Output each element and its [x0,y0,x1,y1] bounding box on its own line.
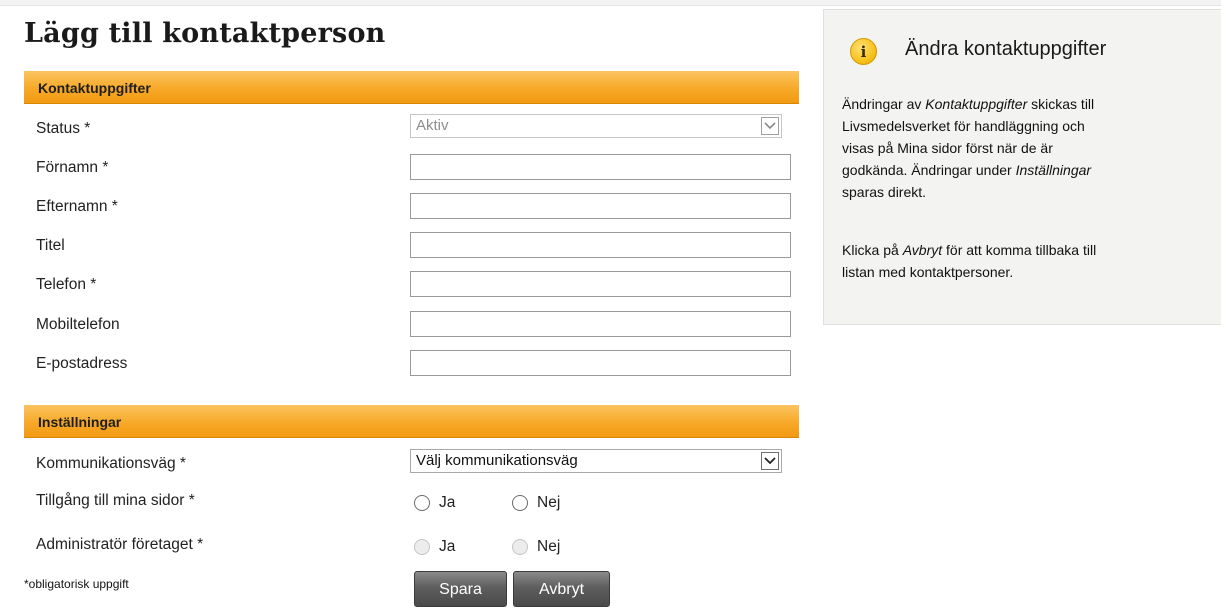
access-label: Tillgång till mina sidor * [36,492,195,509]
admin-no-label: Nej [537,538,561,555]
info-text-emphasis: Kontaktuppgifter [925,96,1028,112]
status-select-value: Aktiv [416,117,449,134]
required-note: *obligatorisk uppgift [24,577,129,591]
page-title: Lägg till kontaktperson [24,18,386,49]
lastname-label: Efternamn * [36,198,118,215]
info-text: Livsmedelsverket för handläggning och [842,118,1085,134]
access-radio-yes[interactable]: Ja [414,494,455,512]
info-text: godkända. Ändringar under [842,162,1016,178]
access-yes-label: Ja [439,494,456,511]
info-text: Ändringar av [842,96,926,112]
info-panel: i Ändra kontaktuppgifter Ändringar av Ko… [823,9,1221,325]
firstname-input[interactable] [410,154,791,180]
phone-input[interactable] [410,271,791,297]
info-title: Ändra kontaktuppgifter [905,38,1107,60]
communication-select-value: Välj kommunikationsväg [416,452,578,469]
status-select: Aktiv [410,114,782,138]
email-label: E-postadress [36,355,128,372]
admin-radio-yes: Ja [414,538,455,556]
admin-yes-radio [414,539,430,555]
info-paragraph-changes: Ändringar av Kontaktuppgifter skickas ti… [842,93,1212,203]
chevron-down-icon [761,117,779,135]
access-no-label: Nej [537,494,561,511]
info-text-emphasis: Inställningar [1015,162,1092,178]
email-input[interactable] [410,350,791,376]
section-header-contact: Kontaktuppgifter [24,71,799,104]
cancel-button[interactable]: Avbryt [513,571,610,607]
info-text: visas på Mina sidor först när de är [842,140,1053,156]
info-text: för att komma tillbaka till [942,242,1097,258]
access-no-radio[interactable] [512,495,528,511]
phone-label: Telefon * [36,276,97,293]
info-text: skickas till [1027,96,1095,112]
lastname-input[interactable] [410,193,791,219]
access-yes-radio[interactable] [414,495,430,511]
title-input[interactable] [410,232,791,258]
info-paragraph-cancel: Klicka på Avbryt för att komma tillbaka … [842,239,1212,283]
info-text: listan med kontaktpersoner. [842,264,1014,280]
chevron-down-icon[interactable] [761,452,779,470]
info-text: Klicka på [842,242,903,258]
info-icon: i [850,38,877,65]
section-header-settings: Inställningar [24,405,799,438]
status-label: Status * [36,120,91,137]
admin-radio-no: Nej [512,538,560,556]
title-label: Titel [36,237,65,254]
admin-no-radio [512,539,528,555]
communication-select[interactable]: Välj kommunikationsväg [410,449,782,473]
admin-yes-label: Ja [439,538,456,555]
firstname-label: Förnamn * [36,159,109,176]
info-text: sparas direkt. [842,184,927,200]
access-radio-no[interactable]: Nej [512,494,560,512]
admin-label: Administratör företaget * [36,536,204,553]
communication-label: Kommunikationsväg * [36,455,186,472]
info-text-emphasis: Avbryt [902,242,943,258]
save-button[interactable]: Spara [414,571,507,607]
mobile-label: Mobiltelefon [36,316,120,333]
top-border [0,0,1221,6]
mobile-input[interactable] [410,311,791,337]
